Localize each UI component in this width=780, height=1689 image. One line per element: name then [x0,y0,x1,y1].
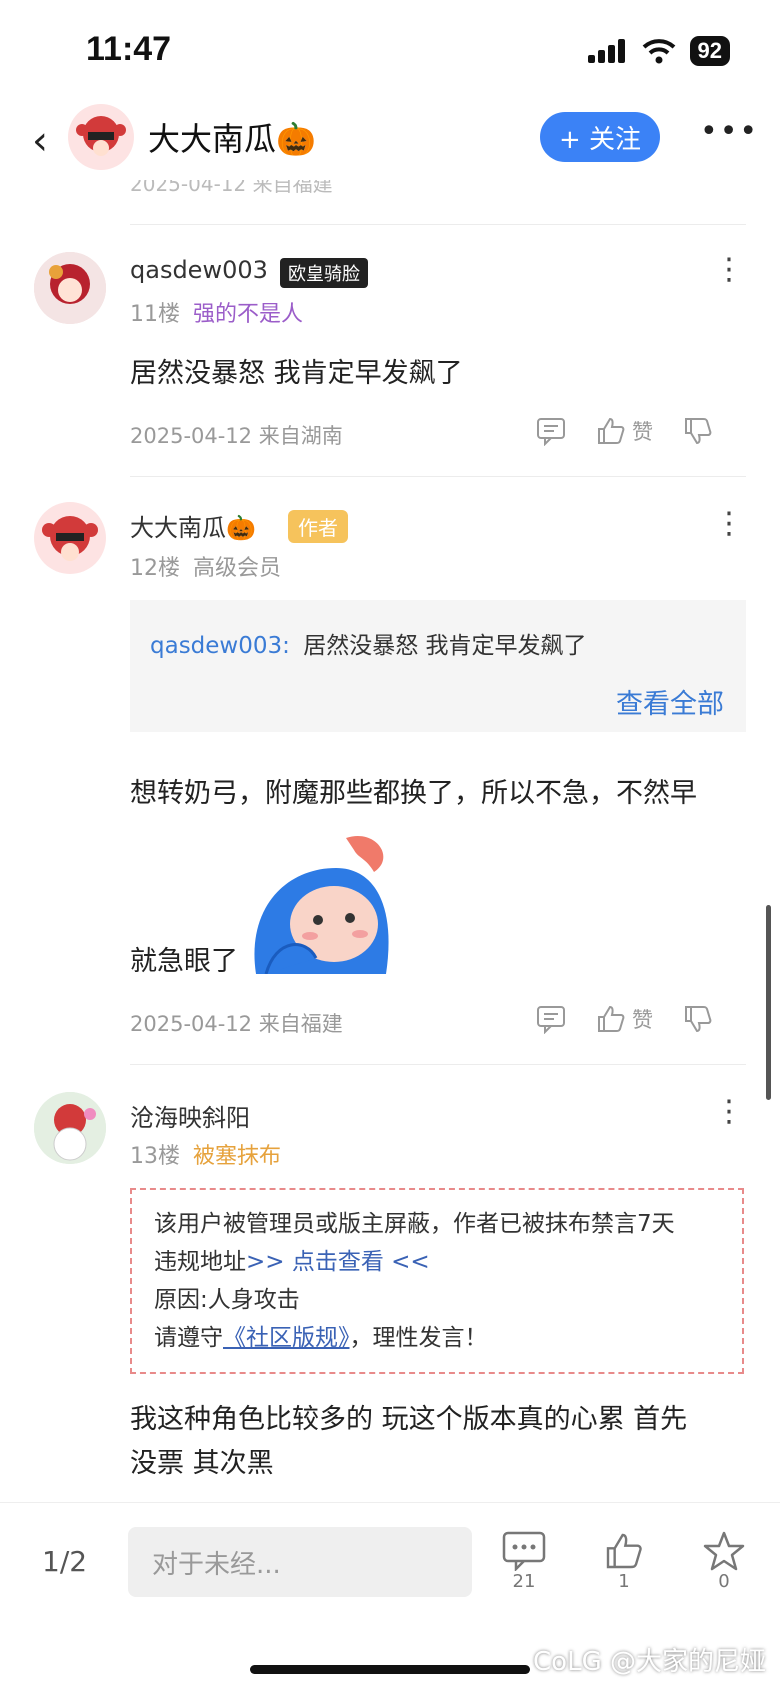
user-rank: 高级会员 [193,556,282,581]
follow-button[interactable]: + 关注 [540,112,660,162]
ban-line4: 请遵守《社区版规》，理性发言！ [154,1320,720,1358]
comment-icon[interactable] [536,416,566,446]
like-count: 1 [618,1571,630,1592]
author-name[interactable]: 大大南瓜🎃 [148,114,316,160]
signal-icon [587,39,625,63]
username[interactable]: 沧海映斜阳 [130,1098,250,1133]
floor-info: 12楼 高级会员 [130,550,281,582]
sticker-image [246,828,396,975]
like-post-button[interactable]: 1 [602,1531,646,1592]
comment-icon[interactable] [536,1004,566,1034]
ban-notice: 该用户被管理员或版主屏蔽，作者已被抹布禁言7天 违规地址>> 点击查看 << 原… [130,1188,744,1374]
thumbs-up-icon [598,417,625,444]
like-button[interactable]: 赞 [596,1004,653,1034]
post-actions: 赞 [536,1004,713,1034]
user-avatar[interactable] [34,1092,106,1164]
scrollbar[interactable] [766,905,771,1100]
violation-link[interactable]: >> 点击查看 << [246,1249,430,1275]
username[interactable]: 大大南瓜🎃 [130,508,256,543]
post-date-location: 2025-04-12 来自福建 [130,1012,343,1036]
ban-line1: 该用户被管理员或版主屏蔽，作者已被抹布禁言7天 [154,1211,675,1237]
view-all-link[interactable]: 查看全部 [616,682,724,721]
user-title-badge: 欧皇骑脸 [280,258,368,288]
like-label: 赞 [632,1008,653,1032]
post-header: ‹ 大大南瓜🎃 + 关注 ••• [0,100,780,180]
quote-line: qasdew003: 居然没暴怒 我肯定早发飙了 [150,626,587,660]
post-content-line1: 想转奶弓，附魔那些都换了，所以不急，不然早 [130,778,697,809]
thumbs-up-icon [598,1005,625,1032]
back-button[interactable]: ‹ [32,118,48,164]
post-content-line2: 就急眼了 [130,946,238,977]
divider [130,476,746,477]
floor-info: 11楼 强的不是人 [130,296,303,328]
ban-rules-prefix: 请遵守 [154,1324,223,1351]
post-more-icon[interactable]: ⋮ [714,506,744,541]
like-button[interactable]: 赞 [596,416,653,446]
user-avatar[interactable] [34,502,106,574]
page-indicator[interactable]: 1/2 [42,1545,87,1578]
thumbs-up-icon [606,1533,642,1569]
floor-number: 13楼 [130,1144,180,1169]
post-more-icon[interactable]: ⋮ [714,252,744,287]
status-icons: 92 [587,36,730,66]
user-rank: 被塞抹布 [193,1144,282,1169]
post-content: 居然没暴怒 我肯定早发飙了 [130,358,463,389]
quote-text: 居然没暴怒 我肯定早发飙了 [303,633,587,659]
author-badge: 作者 [288,510,348,543]
chevron-left-icon: ‹ [32,118,48,164]
home-indicator[interactable] [250,1665,530,1674]
divider [130,224,746,225]
watermark: CoLG @大家的尼娅 [533,1647,766,1677]
star-count: 0 [718,1571,730,1592]
username[interactable]: qasdew003 [130,256,268,284]
more-options-icon[interactable]: ••• [700,114,759,149]
like-label: 赞 [632,420,653,444]
post-content-line2: 没票 其次黑 [130,1448,274,1479]
floor-number: 11楼 [130,302,180,327]
battery-indicator: 92 [689,36,730,66]
user-rank: 强的不是人 [193,302,304,327]
floor-info: 13楼 被塞抹布 [130,1138,281,1170]
floor-number: 12楼 [130,556,180,581]
thumbs-down-icon[interactable] [683,1004,713,1034]
comment-icon [502,1531,546,1571]
divider [130,1064,746,1065]
post-content-line1: 我这种角色比较多的 玩这个版本真的心累 首先 [130,1404,688,1435]
star-icon [703,1531,745,1571]
ban-rules-suffix: ，理性发言！ [349,1324,488,1351]
post-date-location: 2025-04-12 来自湖南 [130,424,343,448]
bottom-bar: 1/2 对于未经... 21 1 0 CoLG @大家的尼娅 [0,1502,780,1689]
quote-user[interactable]: qasdew003: [150,633,290,659]
thumbs-down-icon[interactable] [683,416,713,446]
comment-count: 21 [512,1571,536,1592]
community-rules-link[interactable]: 《社区版规》 [223,1325,350,1351]
comments-button[interactable]: 21 [502,1531,546,1592]
ban-address-label: 违规地址 [154,1248,246,1275]
user-avatar[interactable] [34,252,106,324]
ban-line3: 原因:人身攻击 [154,1286,300,1313]
quoted-reply[interactable]: qasdew003: 居然没暴怒 我肯定早发飙了 查看全部 [130,600,746,732]
post-actions: 赞 [536,416,713,446]
favorite-button[interactable]: 0 [702,1531,746,1592]
wifi-icon [642,39,675,64]
author-avatar[interactable] [68,104,134,170]
post-more-icon[interactable]: ⋮ [714,1094,744,1129]
status-time: 11:47 [86,30,172,68]
reply-input[interactable]: 对于未经... [128,1527,472,1597]
ban-line2: 违规地址>> 点击查看 << [154,1244,720,1282]
